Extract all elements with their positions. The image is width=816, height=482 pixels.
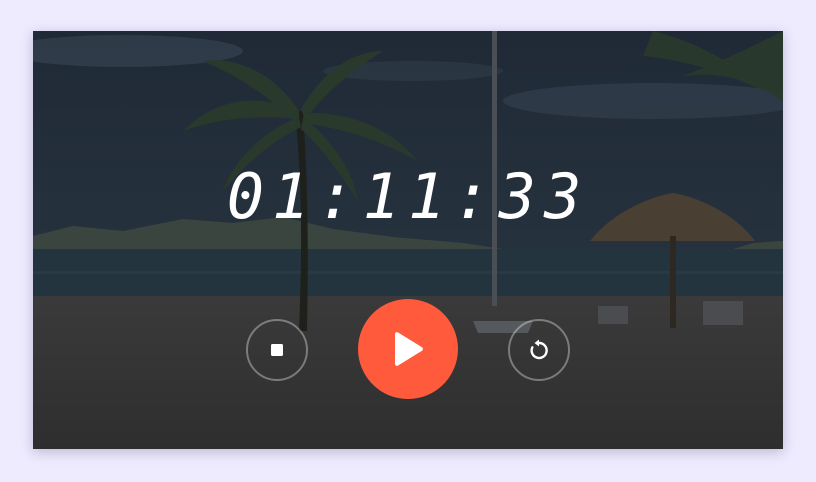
play-icon: [395, 332, 423, 366]
stop-button[interactable]: [246, 319, 308, 381]
reset-button[interactable]: [508, 319, 570, 381]
timer-card: 01:11:33: [33, 31, 783, 449]
stop-icon: [271, 344, 283, 356]
play-button[interactable]: [358, 299, 458, 399]
reset-icon: [530, 339, 548, 360]
timer-display: 01:11:33: [226, 160, 590, 233]
